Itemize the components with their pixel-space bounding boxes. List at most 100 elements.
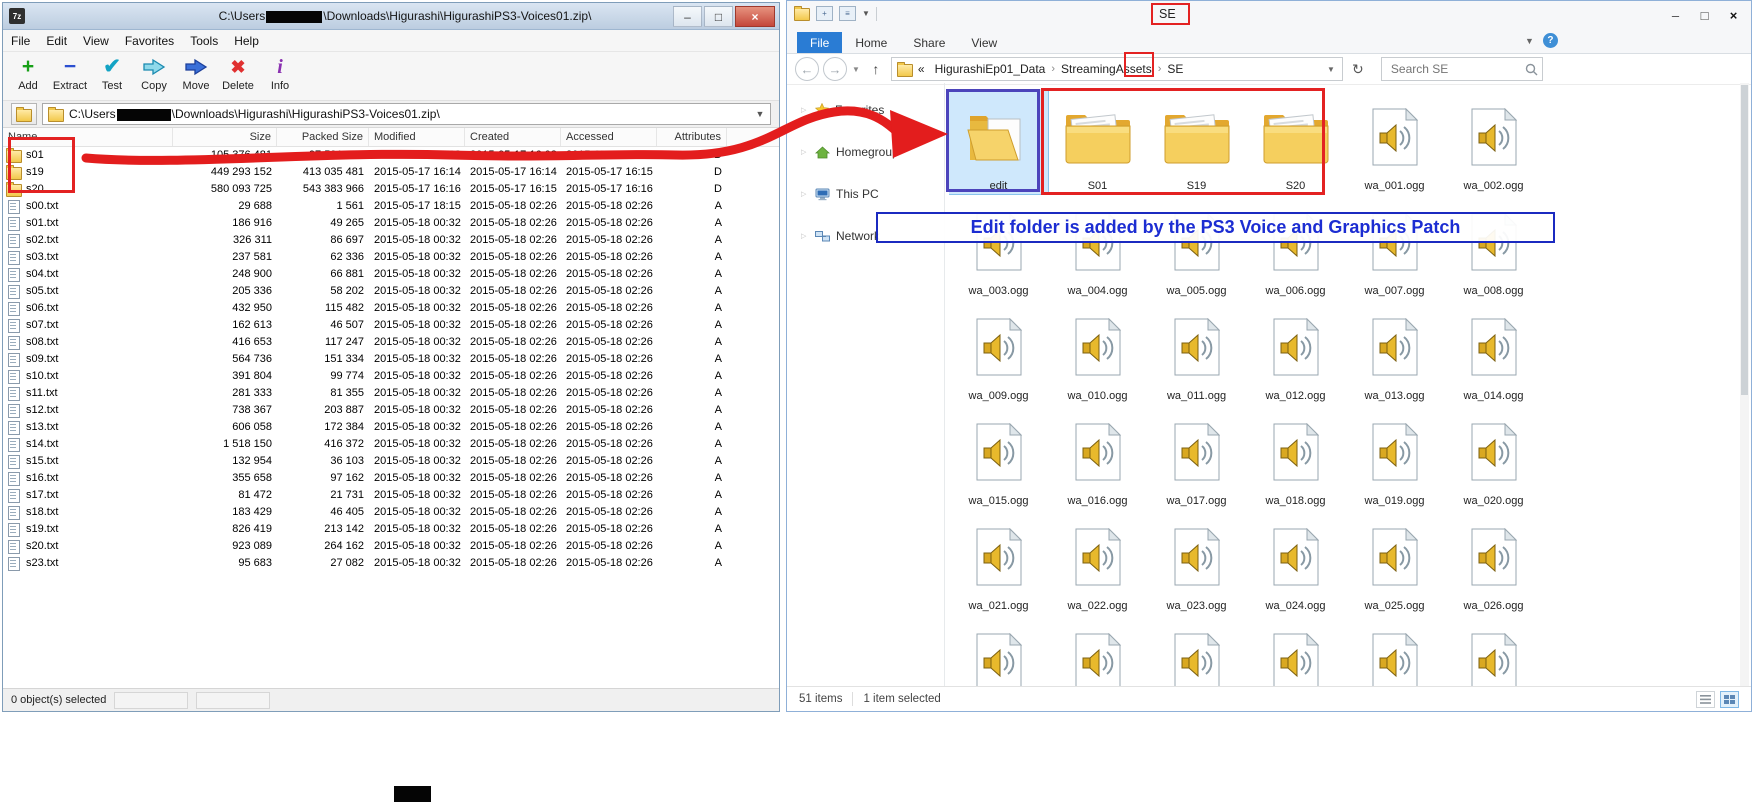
table-row[interactable]: s01.txt 186 916 49 265 2015-05-18 00:32 … — [3, 215, 779, 232]
column-modified[interactable]: Modified — [369, 128, 465, 146]
file-tile[interactable]: wa_014.ogg — [1444, 299, 1543, 404]
forward-button[interactable]: → — [823, 57, 847, 81]
table-row[interactable]: s20 580 093 725 543 383 966 2015-05-17 1… — [3, 181, 779, 198]
file-tile[interactable]: wa_005.ogg — [1147, 194, 1246, 299]
address-bar[interactable]: « HigurashiEp01_Data › StreamingAssets ›… — [891, 57, 1343, 81]
file-tile[interactable]: wa_002.ogg — [1444, 89, 1543, 194]
table-row[interactable]: s04.txt 248 900 66 881 2015-05-18 00:32 … — [3, 266, 779, 283]
tab-share[interactable]: Share — [900, 32, 958, 53]
tab-view[interactable]: View — [958, 32, 1010, 53]
file-tile[interactable]: wa_025.ogg — [1345, 509, 1444, 614]
explorer-titlebar[interactable]: + ≡ ▼ SE – □ × — [787, 1, 1751, 29]
info-button[interactable]: i Info — [259, 54, 301, 92]
file-tile[interactable]: wa_006.ogg — [1246, 194, 1345, 299]
file-tile[interactable]: S19 — [1147, 89, 1246, 194]
file-tile[interactable]: wa_019.ogg — [1345, 404, 1444, 509]
table-row[interactable]: s11.txt 281 333 81 355 2015-05-18 00:32 … — [3, 385, 779, 402]
move-button[interactable]: Move — [175, 54, 217, 92]
table-row[interactable]: s02.txt 326 311 86 697 2015-05-18 00:32 … — [3, 232, 779, 249]
file-tile[interactable]: edit — [949, 89, 1048, 194]
table-row[interactable]: s03.txt 237 581 62 336 2015-05-18 00:32 … — [3, 249, 779, 266]
table-row[interactable]: s19 449 293 152 413 035 481 2015-05-17 1… — [3, 164, 779, 181]
menu-file[interactable]: File — [3, 32, 38, 50]
table-row[interactable]: s20.txt 923 089 264 162 2015-05-18 00:32… — [3, 538, 779, 555]
column-packed-size[interactable]: Packed Size — [277, 128, 369, 146]
file-tile[interactable]: S20 — [1246, 89, 1345, 194]
qat-dropdown-icon[interactable]: ▼ — [862, 9, 870, 18]
expand-arrow-icon[interactable]: ▷ — [801, 106, 809, 114]
vertical-scrollbar[interactable] — [1740, 83, 1749, 687]
table-row[interactable]: s19.txt 826 419 213 142 2015-05-18 00:32… — [3, 521, 779, 538]
breadcrumb-overflow[interactable]: « — [913, 60, 930, 78]
table-row[interactable]: s18.txt 183 429 46 405 2015-05-18 00:32 … — [3, 504, 779, 521]
file-tile[interactable]: wa_011.ogg — [1147, 299, 1246, 404]
qat-properties-icon[interactable]: ≡ — [839, 6, 856, 21]
table-row[interactable]: s05.txt 205 336 58 202 2015-05-18 00:32 … — [3, 283, 779, 300]
file-tile[interactable]: wa_015.ogg — [949, 404, 1048, 509]
file-tile[interactable]: wa_012.ogg — [1246, 299, 1345, 404]
table-row[interactable]: s08.txt 416 653 117 247 2015-05-18 00:32… — [3, 334, 779, 351]
table-row[interactable]: s14.txt 1 518 150 416 372 2015-05-18 00:… — [3, 436, 779, 453]
column-accessed[interactable]: Accessed — [561, 128, 657, 146]
sidebar-item-network[interactable]: ▷ Network — [787, 225, 944, 247]
file-tile[interactable]: wa_001.ogg — [1345, 89, 1444, 194]
breadcrumb-item[interactable]: StreamingAssets — [1056, 60, 1157, 78]
table-row[interactable]: s09.txt 564 736 151 334 2015-05-18 00:32… — [3, 351, 779, 368]
breadcrumb-item[interactable]: HigurashiEp01_Data — [930, 60, 1051, 78]
file-tile[interactable]: S01 — [1048, 89, 1147, 194]
sidebar-item-favorites[interactable]: ▷ Favorites — [787, 99, 944, 121]
file-tile[interactable]: wa_022.ogg — [1048, 509, 1147, 614]
file-tile[interactable] — [1444, 614, 1543, 687]
maximize-button[interactable]: □ — [1690, 5, 1719, 25]
file-tile[interactable]: wa_020.ogg — [1444, 404, 1543, 509]
close-button[interactable]: × — [1719, 5, 1748, 25]
tab-file[interactable]: File — [797, 32, 842, 53]
table-row[interactable]: s12.txt 738 367 203 887 2015-05-18 00:32… — [3, 402, 779, 419]
details-view-button[interactable] — [1696, 691, 1715, 708]
search-box[interactable] — [1381, 57, 1543, 81]
breadcrumb-item[interactable]: SE — [1162, 60, 1188, 78]
table-row[interactable]: s16.txt 355 658 97 162 2015-05-18 00:32 … — [3, 470, 779, 487]
file-tile[interactable]: wa_017.ogg — [1147, 404, 1246, 509]
column-attributes[interactable]: Attributes — [657, 128, 727, 146]
address-combo[interactable]: C:\Users\Downloads\Higurashi\HigurashiPS… — [42, 103, 771, 125]
table-row[interactable]: s23.txt 95 683 27 082 2015-05-18 00:32 2… — [3, 555, 779, 572]
address-dropdown-icon[interactable]: ▼ — [1323, 65, 1339, 74]
file-tile[interactable]: wa_018.ogg — [1246, 404, 1345, 509]
table-row[interactable]: s15.txt 132 954 36 103 2015-05-18 00:32 … — [3, 453, 779, 470]
back-button[interactable]: ← — [795, 57, 819, 81]
file-tile[interactable]: wa_024.ogg — [1246, 509, 1345, 614]
large-icons-view-button[interactable] — [1720, 691, 1739, 708]
add-button[interactable]: + Add — [7, 54, 49, 92]
file-tile[interactable] — [1246, 614, 1345, 687]
qat-new-folder-icon[interactable]: + — [816, 6, 833, 21]
file-tile[interactable]: wa_021.ogg — [949, 509, 1048, 614]
chevron-down-icon[interactable]: ▼ — [752, 104, 768, 124]
file-tile[interactable]: wa_016.ogg — [1048, 404, 1147, 509]
file-tile[interactable]: wa_026.ogg — [1444, 509, 1543, 614]
extract-button[interactable]: − Extract — [49, 54, 91, 92]
scrollbar-thumb[interactable] — [1741, 85, 1748, 395]
table-row[interactable]: s01 105 376 481 97 591 709 2015-05-17 16… — [3, 147, 779, 164]
minimize-button[interactable]: – — [673, 6, 702, 27]
file-tile[interactable] — [1147, 614, 1246, 687]
sidebar-item-this-pc[interactable]: ▷ This PC — [787, 183, 944, 205]
expand-arrow-icon[interactable]: ▷ — [801, 148, 809, 156]
file-tile[interactable]: wa_013.ogg — [1345, 299, 1444, 404]
up-button[interactable]: ↑ — [865, 61, 887, 77]
tab-home[interactable]: Home — [842, 32, 900, 53]
column-size[interactable]: Size — [173, 128, 277, 146]
file-tile[interactable]: wa_004.ogg — [1048, 194, 1147, 299]
file-tile[interactable]: wa_010.ogg — [1048, 299, 1147, 404]
table-row[interactable]: s06.txt 432 950 115 482 2015-05-18 00:32… — [3, 300, 779, 317]
help-icon[interactable]: ? — [1543, 33, 1558, 48]
expand-arrow-icon[interactable]: ▷ — [801, 232, 809, 240]
table-row[interactable]: s13.txt 606 058 172 384 2015-05-18 00:32… — [3, 419, 779, 436]
menu-view[interactable]: View — [75, 32, 117, 50]
file-tile[interactable]: wa_007.ogg — [1345, 194, 1444, 299]
column-created[interactable]: Created — [465, 128, 561, 146]
close-button[interactable]: × — [735, 6, 775, 27]
refresh-icon[interactable]: ↻ — [1347, 61, 1369, 78]
menu-edit[interactable]: Edit — [38, 32, 75, 50]
menu-favorites[interactable]: Favorites — [117, 32, 182, 50]
